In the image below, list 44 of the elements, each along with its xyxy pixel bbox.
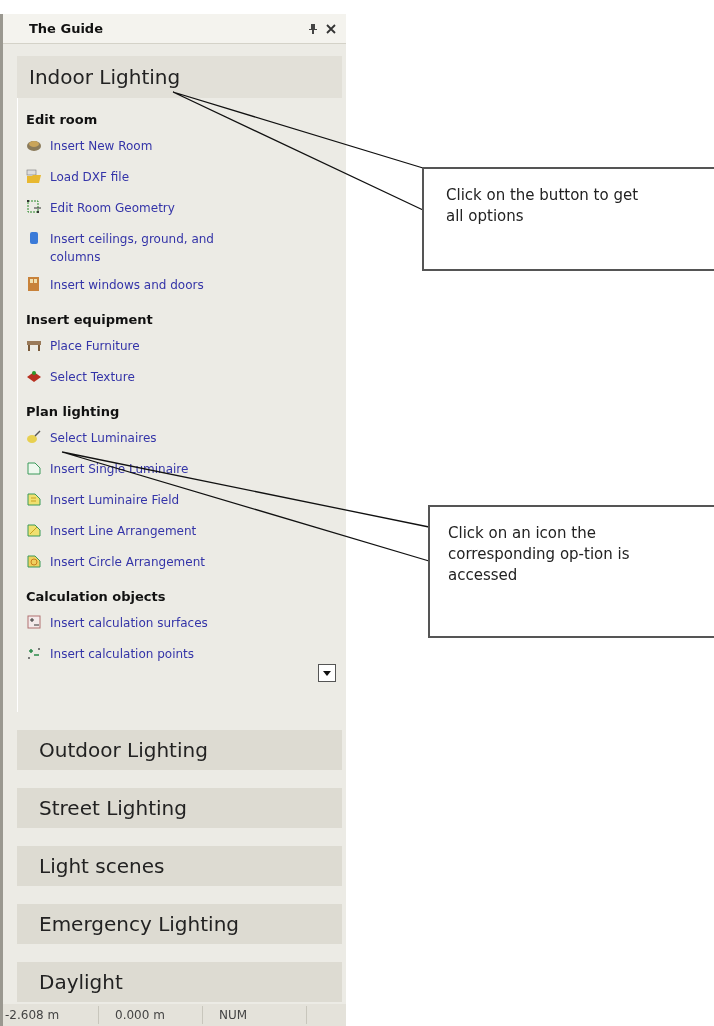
- luminaire-icon: [26, 522, 42, 538]
- close-icon[interactable]: [326, 23, 336, 34]
- surface-icon: [26, 614, 42, 630]
- luminaire-icon: [26, 460, 42, 476]
- section-header[interactable]: Street Lighting: [17, 788, 342, 828]
- window-icon: [26, 276, 42, 292]
- caret-icon: [323, 670, 331, 676]
- section-header[interactable]: Emergency Lighting: [17, 904, 342, 944]
- section-header[interactable]: Outdoor Lighting: [17, 730, 342, 770]
- guide-link[interactable]: Select Luminaires: [50, 429, 157, 447]
- status-text: -2.608 m: [3, 1006, 99, 1024]
- section-header[interactable]: Daylight: [17, 962, 342, 1002]
- texture-icon: [26, 368, 42, 384]
- section-header[interactable]: Indoor Lighting: [17, 56, 342, 98]
- guide-link[interactable]: Insert windows and doors: [50, 276, 204, 294]
- status-text: NUM: [203, 1006, 307, 1024]
- guide-link[interactable]: Edit Room Geometry: [50, 199, 175, 217]
- scroll-down-button[interactable]: [318, 664, 336, 682]
- guide-link[interactable]: Insert Line Arrangement: [50, 522, 197, 540]
- luminaire-icon: [26, 553, 42, 569]
- callout-text: Click on the button to get all options: [446, 185, 640, 227]
- guide-link[interactable]: Insert Luminaire Field: [50, 491, 180, 509]
- guide-link[interactable]: Load DXF file: [50, 168, 130, 186]
- group-heading: Insert equipment: [26, 311, 154, 329]
- guide-link[interactable]: Insert New Room: [50, 137, 153, 155]
- pin-icon[interactable]: [308, 22, 318, 35]
- section-header[interactable]: Light scenes: [17, 846, 342, 886]
- guide-link[interactable]: Insert calculation points: [50, 645, 195, 663]
- lamp-icon: [26, 429, 42, 445]
- group-heading: Calculation objects: [26, 588, 167, 606]
- guide-link[interactable]: Insert calculation surfaces: [50, 614, 208, 632]
- guide-link[interactable]: Place Furniture: [50, 337, 140, 355]
- guide-link[interactable]: Insert Circle Arrangement: [50, 553, 205, 571]
- status-text: 0.000 m: [99, 1006, 203, 1024]
- guide-link[interactable]: Select Texture: [50, 368, 135, 386]
- group-heading: Edit room: [26, 111, 99, 129]
- folder-icon: [26, 168, 42, 184]
- geometry-icon: [26, 199, 42, 215]
- callout-text: Click on an icon the corresponding op-tion is accessed: [448, 523, 631, 586]
- points-icon: [26, 645, 42, 661]
- luminaire-icon: [26, 491, 42, 507]
- group-heading: Plan lighting: [26, 403, 121, 421]
- panel-title: The Guide: [29, 19, 104, 38]
- guide-link[interactable]: Insert ceilings, ground, and columns: [50, 230, 265, 266]
